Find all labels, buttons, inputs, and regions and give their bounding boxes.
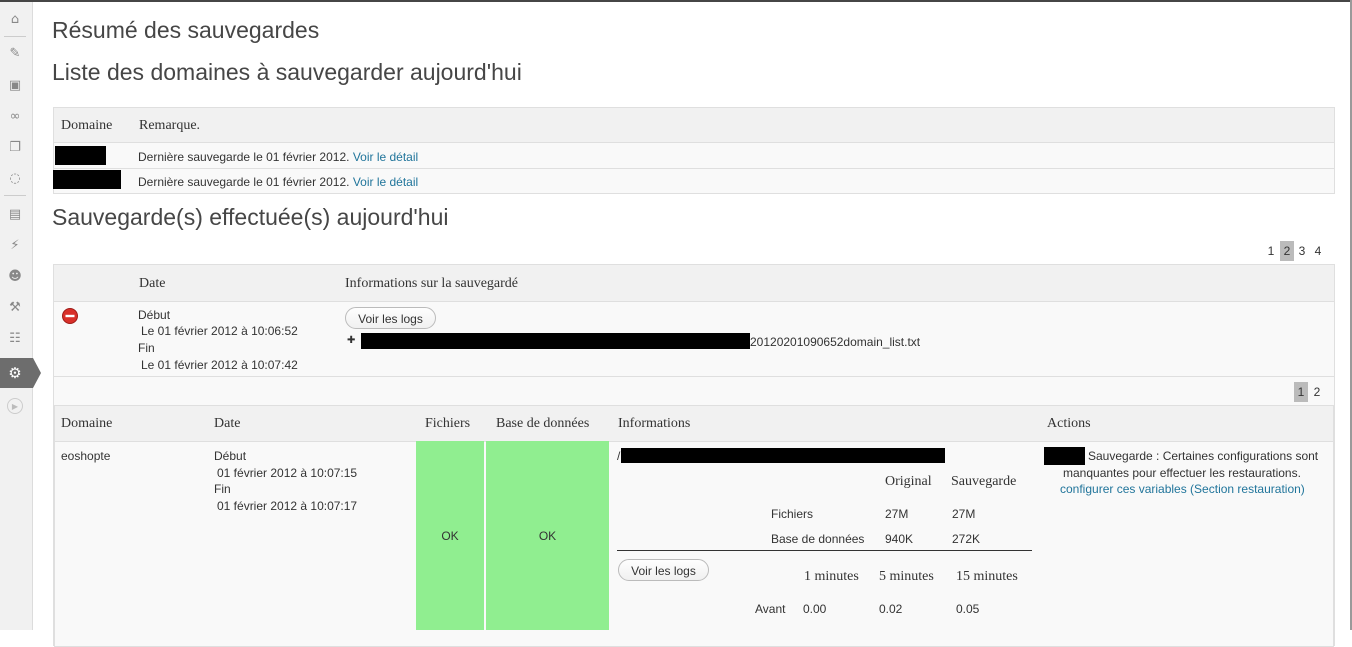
header-fichiers: Fichiers	[425, 416, 471, 431]
page-current-2: 2	[1280, 241, 1294, 261]
section-title-domains: Liste des domaines à sauvegarder aujourd…	[52, 59, 522, 85]
redacted-domain	[55, 146, 106, 165]
load-avant-5min: 0.02	[879, 602, 903, 616]
delete-icon[interactable]	[62, 308, 78, 324]
size-db-backup: 272K	[952, 532, 981, 546]
view-logs-button[interactable]: Voir les logs	[618, 559, 709, 581]
size-label-files: Fichiers	[771, 507, 814, 521]
size-files-original: 27M	[885, 507, 909, 521]
load-avant-15min: 0.05	[956, 602, 980, 616]
load-label-avant: Avant	[755, 602, 786, 616]
load-header-5min: 5 minutes	[879, 569, 934, 584]
section-title-backups: Sauvegarde(s) effectuée(s) aujourd'hui	[52, 204, 449, 230]
page-link-4[interactable]: 4	[1311, 241, 1325, 261]
action-warning-line1: Sauvegarde : Certaines configurations so…	[1088, 449, 1319, 463]
page-link-2[interactable]: 2	[1310, 382, 1324, 402]
size-header-backup: Sauvegarde	[951, 474, 1017, 489]
dashboard-icon[interactable]: ⌂	[4, 8, 26, 30]
end-date: 01 février 2012 à 10:07:17	[217, 499, 358, 513]
files-status-text: OK	[441, 528, 459, 543]
settings-icon[interactable]: ☷	[4, 327, 26, 349]
header-domaine: Domaine	[61, 416, 113, 431]
header-remarque: Remarque.	[139, 118, 201, 133]
collapse-play-icon[interactable]: ▶	[7, 398, 23, 414]
end-label: Fin	[138, 341, 155, 355]
db-status-text: OK	[538, 528, 557, 543]
header-date: Date	[139, 276, 166, 291]
page-link-3[interactable]: 3	[1295, 241, 1309, 261]
configure-variables-link[interactable]: configurer ces variables (Section restau…	[1060, 482, 1305, 496]
start-label: Début	[214, 449, 247, 463]
path-prefix: /	[617, 449, 621, 463]
sidebar-separator	[4, 36, 26, 37]
header-actions: Actions	[1047, 416, 1091, 431]
users-icon[interactable]: ☻	[4, 265, 26, 287]
backup-gear-icon[interactable]: ⚙	[5, 362, 25, 384]
page-title: Résumé des sauvegardes	[52, 17, 320, 43]
plugins-icon[interactable]: ⚡	[4, 234, 26, 256]
page-link-1[interactable]: 1	[1264, 241, 1278, 261]
media-icon[interactable]: ▣	[4, 74, 26, 96]
view-detail-link[interactable]: Voir le détail	[353, 175, 418, 189]
top-border	[0, 0, 1352, 2]
active-menu-arrow	[33, 358, 41, 388]
header-informations: Informations sur la sauvegardé	[345, 276, 518, 291]
size-header-original: Original	[885, 474, 932, 489]
posts-pin-icon[interactable]: ✎	[4, 42, 26, 64]
redacted-action-label	[1044, 447, 1085, 465]
start-date: Le 01 février 2012 à 10:06:52	[141, 324, 298, 338]
remark-text: Dernière sauvegarde le 01 février 2012.	[138, 150, 350, 164]
detail-table-header	[55, 406, 1333, 442]
header-domaine: Domaine	[61, 118, 113, 133]
row-divider	[54, 168, 1334, 169]
detail-table	[54, 405, 1334, 647]
header-date: Date	[214, 416, 241, 431]
size-files-backup: 27M	[952, 507, 976, 521]
table-row: Dernière sauvegarde le 01 février 2012. …	[138, 175, 418, 189]
redacted-domain	[53, 170, 121, 189]
load-avant-1min: 0.00	[803, 602, 827, 616]
start-label: Début	[138, 308, 171, 322]
backups-table-header	[54, 265, 1334, 302]
end-date: Le 01 février 2012 à 10:07:42	[141, 358, 298, 372]
end-label: Fin	[214, 482, 231, 496]
db-status-ok: OK	[486, 441, 609, 630]
load-header-1min: 1 minutes	[804, 569, 859, 584]
remark-text: Dernière sauvegarde le 01 février 2012.	[138, 175, 350, 189]
size-table-rule	[617, 550, 1032, 551]
sidebar-separator	[4, 195, 26, 196]
size-label-db: Base de données	[771, 532, 865, 546]
view-logs-button[interactable]: Voir les logs	[345, 307, 436, 329]
row-divider	[54, 376, 1334, 377]
header-base-de-donnees: Base de données	[496, 416, 590, 431]
admin-sidebar: ⌂ ✎ ▣ ∞ ❐ ◌ ▤ ⚡ ☻ ⚒ ☷	[0, 2, 33, 630]
view-detail-link[interactable]: Voir le détail	[353, 150, 418, 164]
redacted-path	[361, 333, 750, 349]
domain-list-file[interactable]: 20120201090652domain_list.txt	[750, 335, 920, 349]
start-date: 01 février 2012 à 10:07:15	[217, 466, 358, 480]
action-warning-line2: manquantes pour effectuer les restaurati…	[1063, 466, 1301, 480]
tools-icon[interactable]: ⚒	[4, 296, 26, 318]
domain-name: eoshopte	[61, 449, 111, 463]
table-row: Dernière sauvegarde le 01 février 2012. …	[138, 150, 418, 164]
expand-plus-icon[interactable]: ✚	[347, 335, 355, 346]
files-status-ok: OK	[416, 441, 484, 630]
comments-icon[interactable]: ◌	[4, 167, 26, 189]
redacted-path	[621, 448, 945, 463]
header-informations: Informations	[618, 416, 691, 431]
size-db-original: 940K	[885, 532, 914, 546]
pages-icon[interactable]: ❐	[4, 136, 26, 158]
appearance-icon[interactable]: ▤	[4, 203, 26, 225]
load-header-15min: 15 minutes	[956, 569, 1018, 584]
domains-table-header	[54, 108, 1334, 143]
links-icon[interactable]: ∞	[4, 105, 26, 127]
page-current-1: 1	[1294, 382, 1308, 402]
